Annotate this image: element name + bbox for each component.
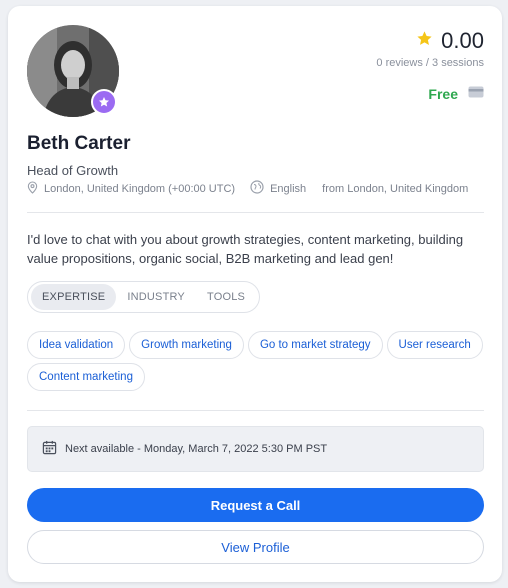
rating: 0.00	[416, 28, 484, 54]
request-call-button[interactable]: Request a Call	[27, 488, 484, 522]
location-pin-icon	[27, 180, 38, 197]
star-badge-icon	[91, 89, 117, 115]
star-icon	[416, 30, 433, 52]
avatar-container[interactable]	[27, 25, 119, 117]
next-available-text: Next available - Monday, March 7, 2022 5…	[65, 443, 328, 455]
location: London, United Kingdom (+00:00 UTC)	[27, 180, 236, 197]
bio: I'd love to chat with you about growth s…	[27, 232, 464, 266]
location-text: London, United Kingdom (+00:00 UTC)	[44, 182, 236, 195]
tab-expertise[interactable]: EXPERTISE	[31, 284, 117, 310]
credit-card-icon	[468, 85, 484, 103]
chip-user-research[interactable]: User research	[386, 331, 483, 359]
from-text: from London, United Kingdom	[322, 182, 469, 195]
meta-row: London, United Kingdom (+00:00 UTC) Engl…	[27, 180, 468, 197]
mentor-title: Head of Growth	[27, 163, 119, 178]
divider	[27, 212, 484, 213]
globe-icon	[250, 180, 264, 197]
chip-idea-validation[interactable]: Idea validation	[27, 331, 126, 359]
price-label: Free	[428, 86, 458, 102]
tab-tools[interactable]: TOOLS	[196, 284, 256, 310]
mentor-name[interactable]: Beth Carter	[27, 133, 130, 155]
chip-growth-marketing[interactable]: Growth marketing	[129, 331, 244, 359]
mentor-card: 0.00 0 reviews / 3 sessions Free Beth Ca…	[8, 6, 502, 582]
view-profile-button[interactable]: View Profile	[27, 530, 484, 564]
tabs: EXPERTISE INDUSTRY TOOLS	[27, 281, 261, 313]
chip-go-to-market-strategy[interactable]: Go to market strategy	[247, 331, 383, 359]
price: Free	[428, 85, 484, 103]
chip-content-marketing[interactable]: Content marketing	[27, 363, 145, 391]
language: English	[250, 180, 306, 197]
next-available: Next available - Monday, March 7, 2022 5…	[27, 426, 484, 472]
calendar-icon	[42, 440, 57, 458]
expertise-chips: Idea validation Growth marketing Go to m…	[27, 331, 487, 391]
reviews-sessions: 0 reviews / 3 sessions	[376, 57, 484, 69]
divider	[27, 410, 484, 411]
tab-industry[interactable]: INDUSTRY	[116, 284, 196, 310]
language-text: English	[270, 182, 307, 195]
rating-value: 0.00	[441, 28, 484, 53]
